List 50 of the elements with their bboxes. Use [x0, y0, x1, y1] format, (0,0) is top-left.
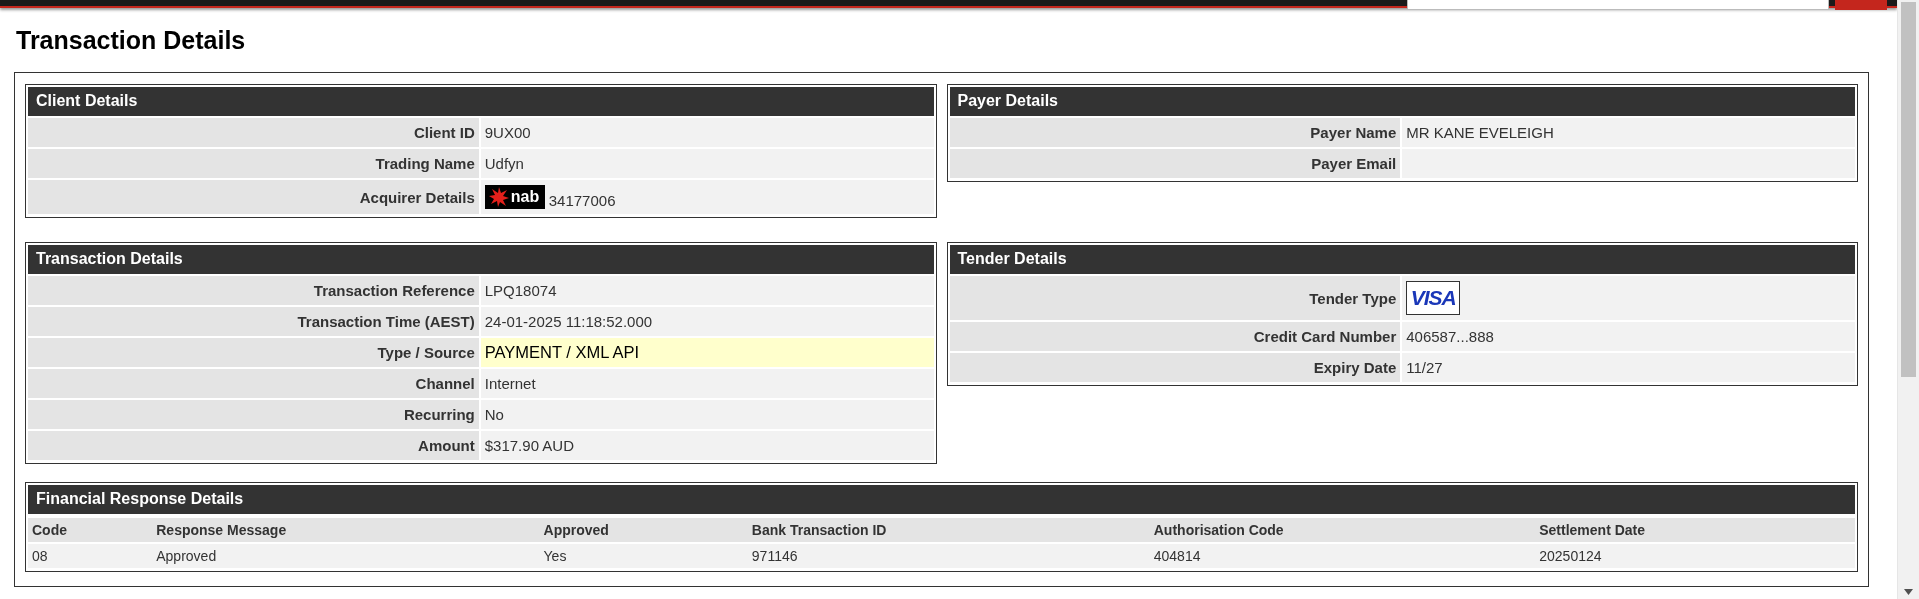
- field-value: No: [484, 406, 504, 423]
- field-label: Payer Email: [949, 149, 1403, 178]
- column-header: Authorisation Code: [1149, 518, 1536, 542]
- panel-header: Payer Details: [949, 87, 1855, 116]
- nab-logo: nab: [484, 185, 545, 209]
- panel-header: Tender Details: [949, 245, 1855, 274]
- scrollbar[interactable]: [1897, 0, 1919, 599]
- table-cell: Approved: [152, 544, 540, 568]
- field-value: 9UX00: [484, 124, 531, 141]
- field-label: Payer Name: [949, 118, 1403, 147]
- visa-logo: VISA: [1406, 281, 1461, 315]
- field-label: Acquirer Details: [28, 180, 481, 214]
- column-header: Response Message: [152, 518, 540, 542]
- field-value: 11/27: [1406, 359, 1443, 376]
- field-label: Channel: [28, 369, 481, 398]
- table-cell: 08: [28, 544, 153, 568]
- field-label: Tender Type: [949, 276, 1403, 320]
- acquirer-number: 34177006: [548, 192, 616, 209]
- field-value: Internet: [484, 375, 536, 392]
- column-header: Settlement Date: [1535, 518, 1855, 542]
- table-cell: 404814: [1149, 544, 1536, 568]
- field-label: Transaction Reference: [28, 276, 481, 305]
- field-label: Amount: [28, 431, 481, 460]
- scrollbar-thumb[interactable]: [1901, 2, 1916, 377]
- field-label: Type / Source: [28, 338, 481, 367]
- page-title: Transaction Details: [16, 26, 247, 55]
- panel-header: Transaction Details: [28, 245, 934, 274]
- table-cell: 20250124: [1535, 544, 1855, 568]
- field-value: 406587...888: [1406, 328, 1494, 345]
- field-label: Expiry Date: [949, 353, 1403, 382]
- header-button[interactable]: [1835, 0, 1887, 10]
- field-label: Transaction Time (AEST): [28, 307, 481, 336]
- panel-header: Client Details: [28, 87, 934, 116]
- field-label: Client ID: [28, 118, 481, 147]
- field-value: Udfyn: [484, 155, 524, 172]
- field-label: Trading Name: [28, 149, 481, 178]
- scroll-down-icon[interactable]: [1904, 589, 1913, 595]
- column-header: Approved: [539, 518, 748, 542]
- field-value: $317.90 AUD: [484, 437, 574, 454]
- field-value: MR KANE EVELEIGH: [1406, 124, 1554, 141]
- column-header: Code: [28, 518, 153, 542]
- field-label: Credit Card Number: [949, 322, 1403, 351]
- column-header: Bank Transaction ID: [747, 518, 1150, 542]
- table-cell: Yes: [539, 544, 748, 568]
- table-cell: 971146: [747, 544, 1150, 568]
- field-value: 24-01-2025 11:18:52.000: [484, 313, 653, 330]
- field-label: Recurring: [28, 400, 481, 429]
- field-value: LPQ18074: [484, 282, 557, 299]
- panel-header: Financial Response Details: [28, 485, 1855, 514]
- field-value: PAYMENT / XML API: [484, 343, 640, 361]
